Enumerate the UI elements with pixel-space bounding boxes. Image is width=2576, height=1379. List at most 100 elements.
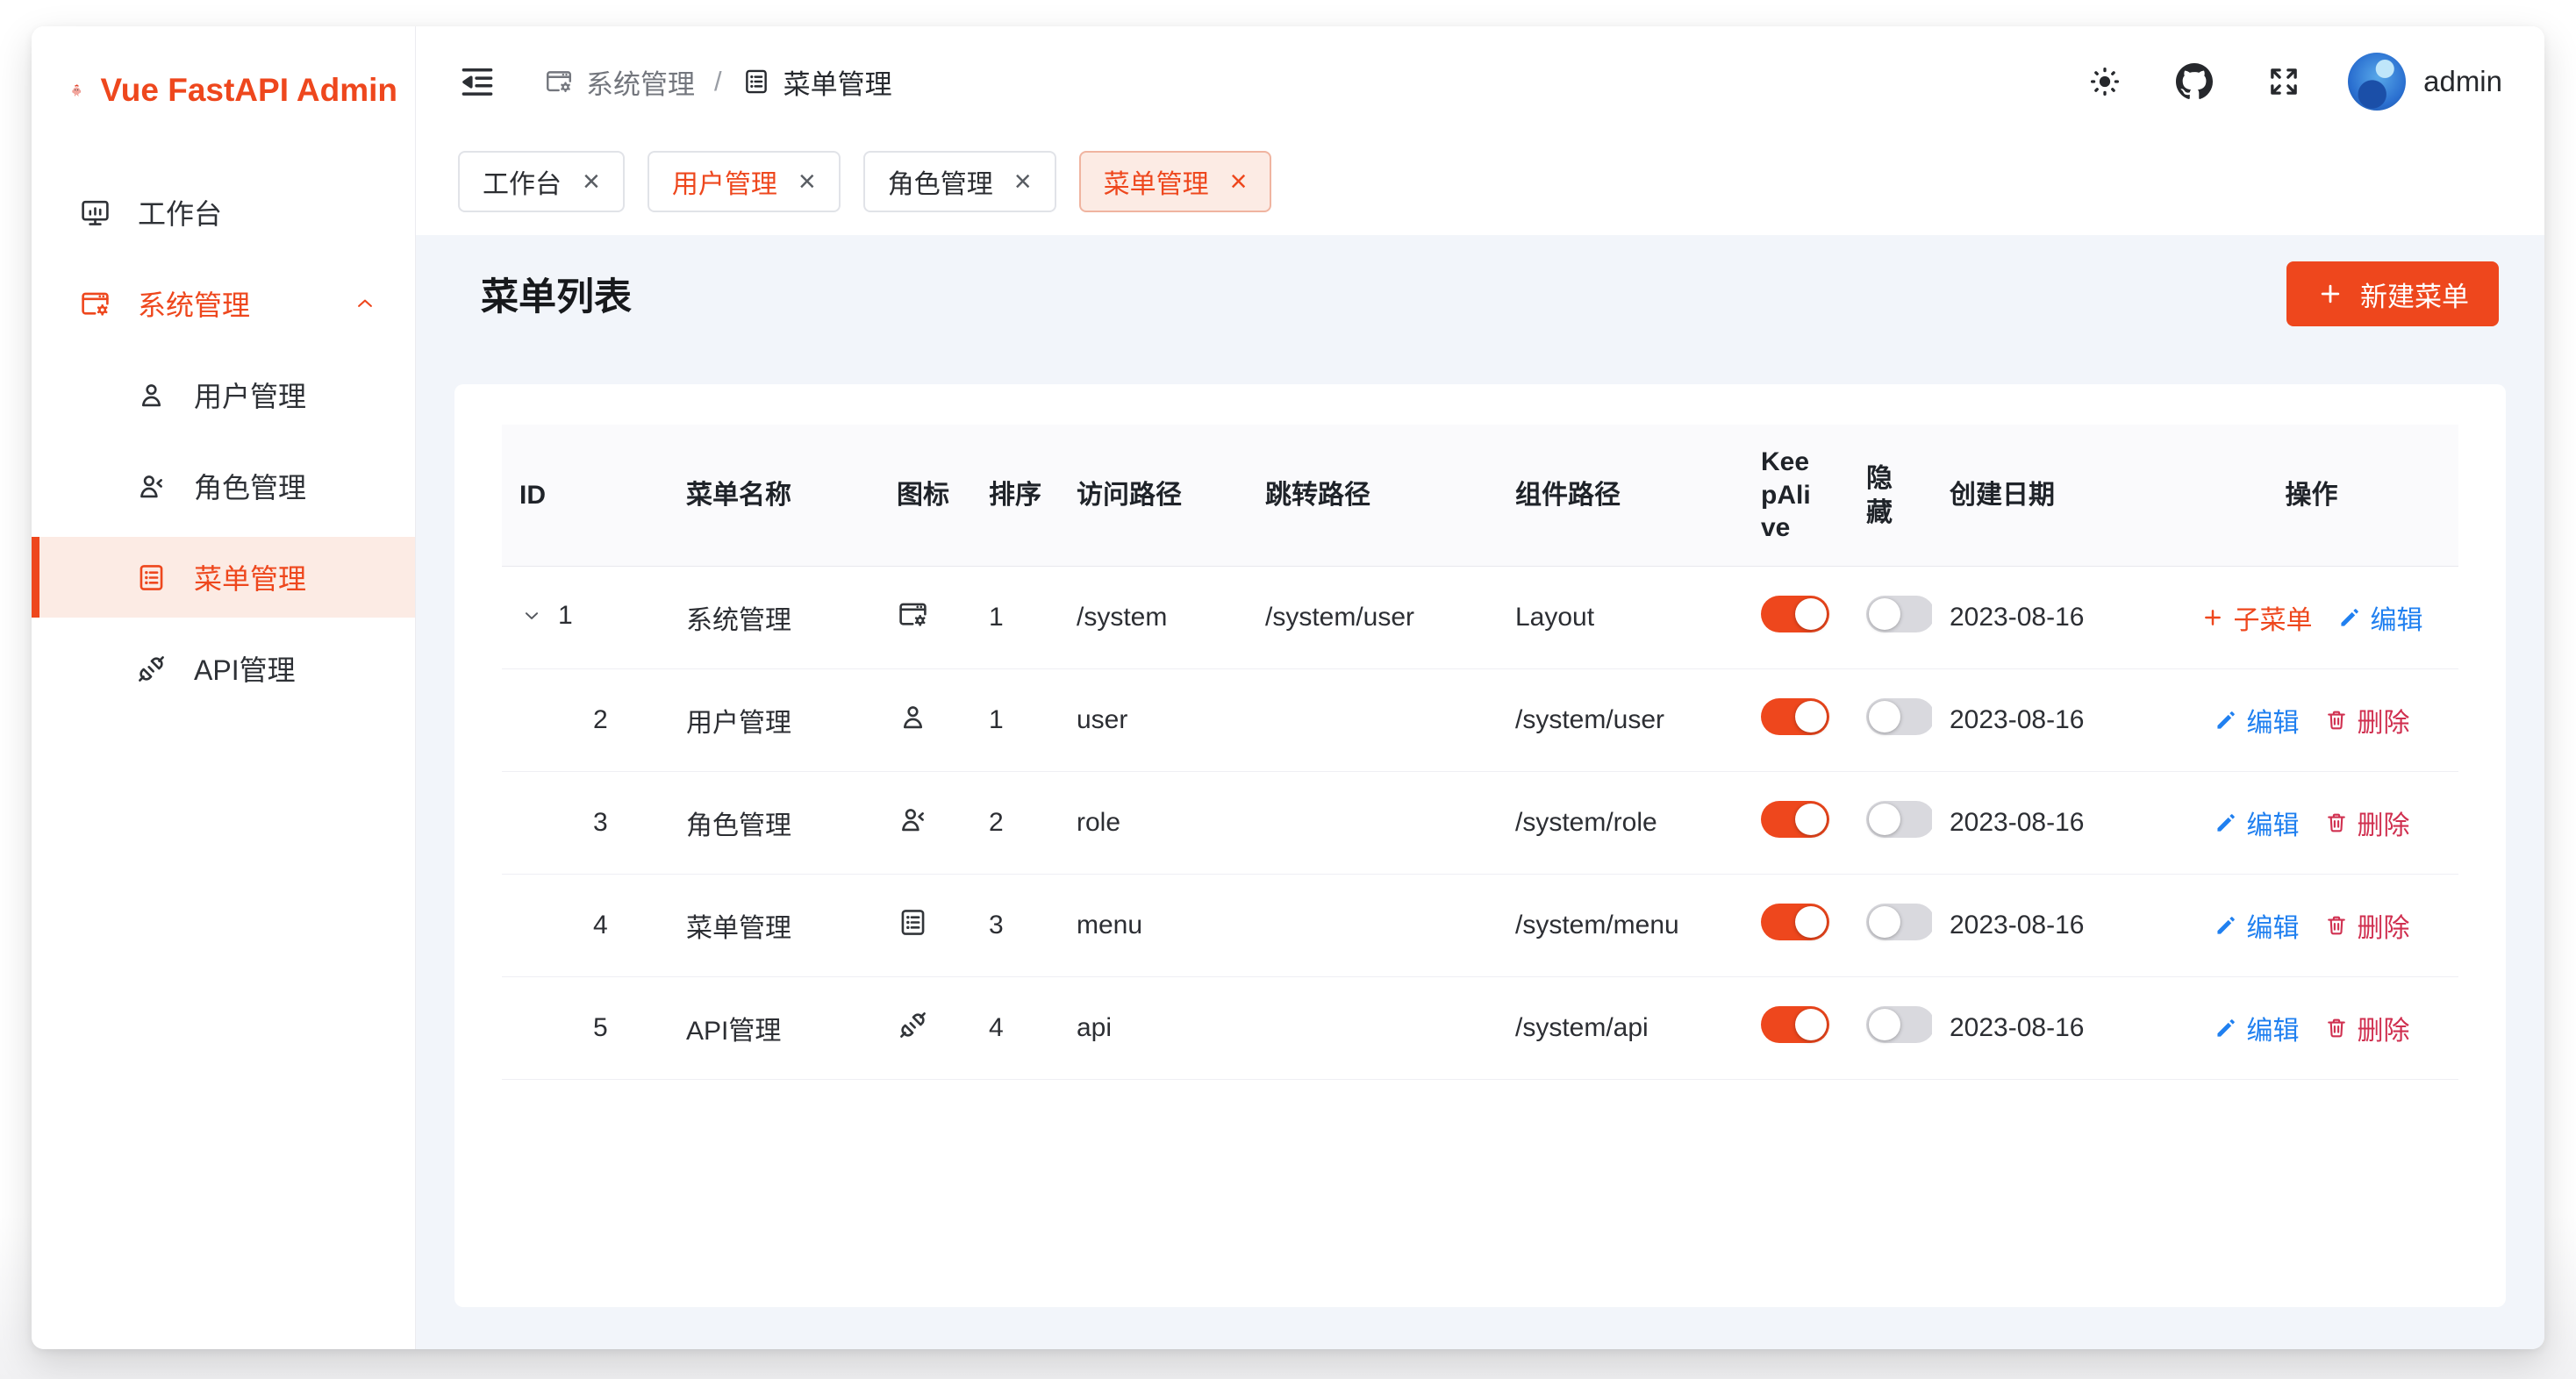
cell-order: 2 — [971, 772, 1059, 875]
keepalive-toggle[interactable] — [1761, 1006, 1829, 1043]
trash-icon — [2324, 913, 2349, 938]
tab-menu[interactable]: 菜单管理× — [1079, 151, 1272, 212]
cell-id: 5 — [502, 977, 669, 1080]
breadcrumb-item-system[interactable]: 系统管理 — [544, 62, 695, 102]
cell-keepalive — [1743, 772, 1849, 875]
toggle-knob — [1795, 906, 1827, 938]
submenu-action-label: 子菜单 — [2234, 598, 2313, 637]
table-row: 2用户管理1user/system/user2023-08-16编辑删除 — [502, 669, 2458, 772]
breadcrumb-label: 菜单管理 — [784, 62, 892, 102]
tab-user[interactable]: 用户管理× — [648, 151, 841, 212]
edit-action[interactable]: 编辑 — [2214, 1009, 2300, 1047]
tab-workbench[interactable]: 工作台× — [458, 151, 625, 212]
edit-action[interactable]: 编辑 — [2214, 701, 2300, 740]
column-header-label: ID — [519, 481, 546, 510]
trash-icon — [2324, 1016, 2349, 1040]
cell-actions: 编辑删除 — [2165, 977, 2458, 1080]
hidden-toggle[interactable] — [1866, 801, 1932, 838]
app-logo[interactable]: Vue FastAPI Admin — [32, 26, 415, 126]
app-window: Vue FastAPI Admin 工作台系统管理用户管理角色管理菜单管理API… — [32, 26, 2544, 1349]
sidebar-collapse-icon[interactable] — [458, 62, 497, 101]
person-icon — [897, 701, 929, 733]
toggle-knob — [1869, 1009, 1900, 1040]
keepalive-toggle[interactable] — [1761, 596, 1829, 632]
trash-icon — [2324, 811, 2349, 835]
column-header-actions: 操作 — [2165, 425, 2458, 567]
content: 菜单列表 新建菜单 ID菜单名称图标排序访问路径跳转路径组件路径KeepAliv… — [416, 235, 2544, 1349]
row-id: 5 — [593, 1013, 608, 1043]
cell-hidden — [1849, 977, 1932, 1080]
trash-icon — [2324, 708, 2349, 732]
cell-order: 3 — [971, 875, 1059, 977]
delete-action[interactable]: 删除 — [2324, 701, 2410, 740]
sidebar-item-label: 角色管理 — [194, 466, 306, 506]
page-title: 菜单列表 — [481, 267, 632, 321]
tab-close-icon[interactable]: × — [798, 167, 816, 196]
delete-action[interactable]: 删除 — [2324, 804, 2410, 842]
chevron-down-icon[interactable] — [519, 604, 544, 628]
tab-close-icon[interactable]: × — [583, 167, 600, 196]
cell-path: /system — [1059, 567, 1248, 669]
cell-actions: 子菜单编辑 — [2165, 567, 2458, 669]
column-header-date: 创建日期 — [1932, 425, 2165, 567]
cell-icon — [879, 669, 971, 772]
keepalive-toggle[interactable] — [1761, 801, 1829, 838]
breadcrumb-separator: / — [714, 66, 722, 97]
table-row: 5API管理4api/system/api2023-08-16编辑删除 — [502, 977, 2458, 1080]
person-icon — [135, 379, 168, 411]
hidden-toggle[interactable] — [1866, 1006, 1932, 1043]
tab-close-icon[interactable]: × — [1230, 167, 1248, 196]
sidebar-item-menu[interactable]: 菜单管理 — [32, 537, 415, 618]
hidden-toggle[interactable] — [1866, 596, 1932, 632]
sidebar-item-user[interactable]: 用户管理 — [32, 354, 415, 435]
sidebar-item-role[interactable]: 角色管理 — [32, 446, 415, 526]
column-header-redirect: 跳转路径 — [1248, 425, 1498, 567]
cell-path: menu — [1059, 875, 1248, 977]
column-header-label: 组件路径 — [1515, 481, 1621, 510]
menu-table: ID菜单名称图标排序访问路径跳转路径组件路径KeepAlive隐藏创建日期操作 … — [502, 425, 2458, 1080]
edit-action[interactable]: 编辑 — [2337, 598, 2423, 637]
delete-action[interactable]: 删除 — [2324, 906, 2410, 945]
person-arrow-icon — [135, 470, 168, 503]
hidden-toggle[interactable] — [1866, 698, 1932, 735]
keepalive-toggle[interactable] — [1761, 904, 1829, 940]
user-menu[interactable]: admin — [2348, 53, 2502, 111]
row-id: 2 — [593, 705, 608, 735]
cell-hidden — [1849, 772, 1932, 875]
toggle-knob — [1795, 1009, 1827, 1040]
table-row: 4菜单管理3menu/system/menu2023-08-16编辑删除 — [502, 875, 2458, 977]
column-header-label: 操作 — [2286, 481, 2338, 510]
new-menu-button[interactable]: 新建菜单 — [2286, 261, 2499, 326]
github-icon[interactable] — [2176, 63, 2213, 100]
column-header-label: KeepAlive — [1761, 446, 1815, 545]
edit-action-label: 编辑 — [2247, 1009, 2300, 1047]
fullscreen-icon[interactable] — [2265, 63, 2302, 100]
column-header-label: 菜单名称 — [686, 481, 791, 510]
sidebar-item-system[interactable]: 系统管理 — [32, 263, 415, 344]
column-header-path: 访问路径 — [1059, 425, 1248, 567]
cell-date: 2023-08-16 — [1932, 669, 2165, 772]
keepalive-toggle[interactable] — [1761, 698, 1829, 735]
cell-component: /system/menu — [1498, 875, 1743, 977]
hidden-toggle[interactable] — [1866, 904, 1932, 940]
toggle-knob — [1869, 906, 1900, 938]
delete-action[interactable]: 删除 — [2324, 1009, 2410, 1047]
column-header-id: ID — [502, 425, 669, 567]
theme-toggle-sun-icon[interactable] — [2086, 63, 2123, 100]
main-area: 系统管理/菜单管理 admin 工作台×用户管理×角色管理×菜单管理× 菜单列表… — [416, 26, 2544, 1349]
cell-actions: 编辑删除 — [2165, 669, 2458, 772]
cell-name: 系统管理 — [669, 567, 879, 669]
edit-action[interactable]: 编辑 — [2214, 906, 2300, 945]
tab-label: 角色管理 — [888, 162, 993, 201]
cell-redirect — [1248, 669, 1498, 772]
submenu-action[interactable]: 子菜单 — [2200, 598, 2313, 637]
breadcrumb-item-menu[interactable]: 菜单管理 — [741, 62, 892, 102]
row-id: 3 — [593, 808, 608, 838]
edit-action[interactable]: 编辑 — [2214, 804, 2300, 842]
tab-close-icon[interactable]: × — [1014, 167, 1032, 196]
username: admin — [2423, 65, 2502, 98]
sidebar-item-workbench[interactable]: 工作台 — [32, 172, 415, 253]
delete-action-label: 删除 — [2358, 906, 2410, 945]
tab-role[interactable]: 角色管理 × — [863, 151, 1056, 212]
sidebar-item-api[interactable]: API管理 — [32, 628, 415, 709]
